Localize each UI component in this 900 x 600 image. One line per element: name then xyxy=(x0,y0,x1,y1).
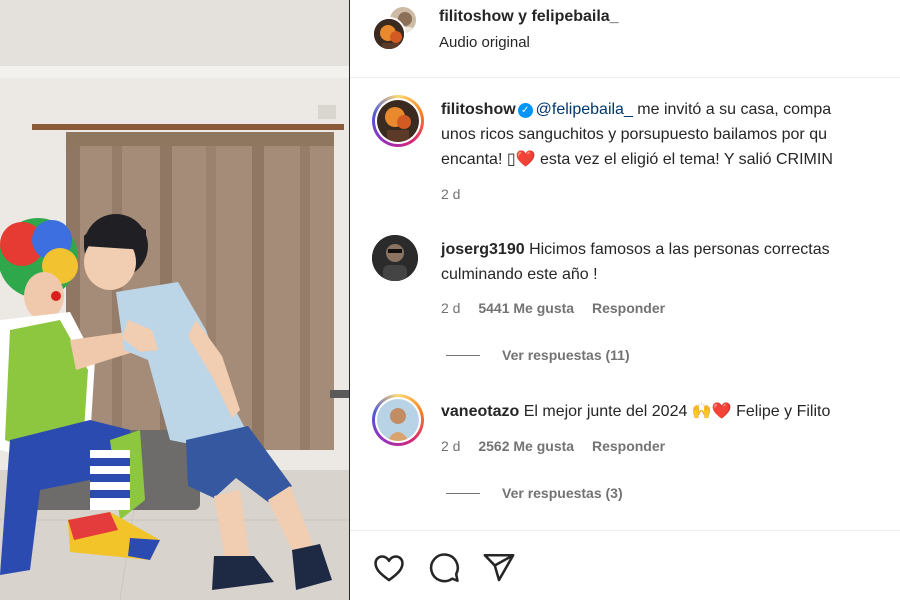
replies-line xyxy=(446,355,480,356)
post-media-video[interactable] xyxy=(0,0,349,600)
curtain-rod xyxy=(32,124,344,130)
comment-1-likes[interactable]: 5441 Me gusta xyxy=(478,300,574,316)
raised-hands-icon: 🙌 xyxy=(691,403,712,420)
caption-time[interactable]: 2 d xyxy=(441,186,460,202)
red-heart-icon: ❤️ xyxy=(515,151,536,168)
caption-username[interactable]: filitoshow xyxy=(441,101,516,118)
heart-icon[interactable] xyxy=(372,551,406,585)
caption-line-3-rest: esta vez el eligió el tema! Y salió CRIM… xyxy=(535,151,833,168)
share-icon[interactable] xyxy=(482,551,516,585)
caption-line-3: encanta! ▯❤️ esta vez el eligió el tema!… xyxy=(441,147,900,172)
comment-1-meta: 2 d 5441 Me gusta Responder xyxy=(441,300,679,316)
comment-2-view-replies-label: Ver respuestas (3) xyxy=(502,485,623,501)
comment-2-text: vaneotazo El mejor junte del 2024 🙌❤️ Fe… xyxy=(441,399,900,424)
caption-mention[interactable]: @felipebaila_ xyxy=(536,101,633,118)
comment-2-likes[interactable]: 2562 Me gusta xyxy=(478,438,574,454)
caption-line-3-start: encanta! xyxy=(441,151,507,168)
comment-1-line-2: culminando este año ! xyxy=(441,266,598,283)
collab-avatars[interactable] xyxy=(370,5,420,55)
comment-2-text-end: Felipe y Filito xyxy=(731,403,831,420)
comment-2-reply-button[interactable]: Responder xyxy=(592,438,665,454)
comment-1-line-1: Hicimos famosos a las personas correctas xyxy=(529,241,830,258)
header-usernames[interactable]: filitoshow y felipebaila_ xyxy=(439,8,619,26)
avatar-vaneotazo xyxy=(377,399,419,441)
comment-1-username[interactable]: joserg3190 xyxy=(441,241,525,258)
caption-line-1-rest: me invitó a su casa, compa xyxy=(632,101,832,118)
caption-line-1: filitoshow ✓ @felipebaila_ me invitó a su … xyxy=(441,97,900,122)
caption-avatar-ring[interactable] xyxy=(372,95,424,147)
avatar-joserg3190[interactable] xyxy=(372,235,418,281)
comment-2-username[interactable]: vaneotazo xyxy=(441,403,519,420)
video-frame-illustration xyxy=(0,0,349,600)
verified-badge-icon: ✓ xyxy=(517,103,533,118)
comment-1-reply-button[interactable]: Responder xyxy=(592,300,665,316)
avatar-filitoshow xyxy=(377,100,419,142)
audio-label[interactable]: Audio original xyxy=(439,34,530,51)
comment-1-view-replies-label: Ver respuestas (11) xyxy=(502,347,630,363)
comment-2-meta: 2 d 2562 Me gusta Responder xyxy=(441,438,679,454)
comment-2-avatar-ring[interactable] xyxy=(372,394,424,446)
post-header: filitoshow y felipebaila_ Audio original xyxy=(350,0,900,78)
comment-1-view-replies[interactable]: Ver respuestas (11) xyxy=(446,347,630,363)
caption-meta: 2 d xyxy=(441,186,474,202)
avatar-filitoshow[interactable] xyxy=(372,17,406,51)
replies-line xyxy=(446,493,480,494)
red-heart-icon: ❤️ xyxy=(711,403,732,420)
post-panel: filitoshow y felipebaila_ Audio original… xyxy=(350,0,900,600)
comment-2-text-start: El mejor junte del 2024 xyxy=(523,403,692,420)
comment-icon[interactable] xyxy=(427,551,461,585)
comment-1-text: joserg3190 Hicimos famosos a las persona… xyxy=(441,237,900,287)
comment-2-view-replies[interactable]: Ver respuestas (3) xyxy=(446,485,623,501)
missing-glyph-icon: ▯ xyxy=(506,151,516,168)
action-bar xyxy=(350,530,900,600)
comment-2-time[interactable]: 2 d xyxy=(441,438,460,454)
caption-text: filitoshow ✓ @felipebaila_ me invitó a su … xyxy=(441,97,900,172)
comment-1-time[interactable]: 2 d xyxy=(441,300,460,316)
caption-line-2: unos ricos sanguchitos y porsupuesto bai… xyxy=(441,126,827,143)
